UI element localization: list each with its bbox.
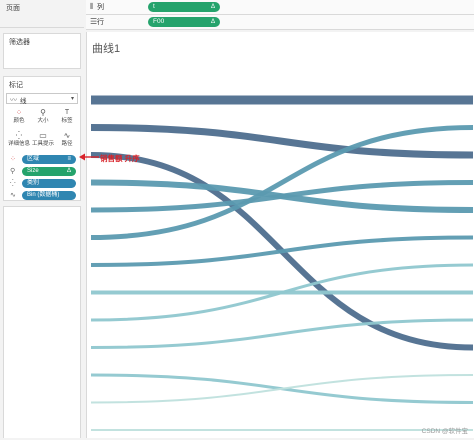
pill-bin[interactable]: Bin (数据桶) [22, 191, 76, 200]
tooltip-button[interactable]: ▭ 工具提示 [31, 131, 55, 151]
label-label: 标签 [61, 118, 73, 124]
pill-region-label: 区域 [27, 156, 40, 162]
columns-label: 列 [97, 4, 104, 11]
curve-12[interactable] [90, 374, 474, 404]
delta-icon: Δ [66, 168, 71, 174]
label-button[interactable]: T 标签 [55, 108, 79, 128]
size-icon: ⚲ [10, 168, 16, 175]
sankey-curves-chart [90, 95, 474, 432]
pill-category-label: 类别 [27, 180, 40, 186]
rows-shelf[interactable]: ☰ 行 F00 Δ [86, 15, 474, 30]
filters-title: 筛选器 [9, 39, 30, 46]
color-dots-icon: ⁘ [10, 156, 16, 163]
size-label: 大小 [37, 118, 49, 124]
label-icon: T [64, 109, 70, 116]
delta-icon: Δ [210, 19, 215, 25]
pill-size-label: Size [27, 168, 39, 174]
rows-label: 行 [97, 19, 104, 26]
annotation-arrow [79, 153, 99, 161]
color-label: 颜色 [13, 118, 25, 124]
pill-size[interactable]: Size Δ [22, 167, 76, 176]
pill-bin-label: Bin (数据桶) [27, 192, 60, 198]
annotation-text: 销售额 升序 [100, 154, 140, 163]
empty-card [3, 206, 81, 438]
pages-title: 页面 [6, 5, 20, 12]
path-label: 路径 [61, 141, 73, 147]
path-icon: ∿ [10, 192, 16, 199]
columns-pill-label: t [153, 3, 155, 10]
line-chart-icon: 〰 [10, 97, 17, 104]
divider [0, 27, 84, 28]
detail-label: 详细信息 [7, 141, 30, 147]
chart-canvas[interactable] [86, 32, 474, 438]
path-icon: ∿ [63, 131, 71, 140]
tooltip-icon: ▭ [39, 131, 47, 140]
detail-icon: ⁛ [10, 180, 16, 187]
marks-title: 标记 [9, 82, 23, 89]
pill-category[interactable]: 类别 [22, 179, 76, 188]
curve-5[interactable] [90, 180, 474, 213]
rows-pill[interactable]: F00 Δ [148, 17, 220, 27]
watermark: CSDN @软件宝 [421, 428, 468, 435]
path-button[interactable]: ∿ 路径 [55, 131, 79, 151]
columns-icon: ⦀ [90, 2, 94, 11]
color-button[interactable]: ⁘ 颜色 [7, 108, 31, 128]
detail-icon: ⁛ [15, 131, 23, 140]
mark-type-select[interactable]: 〰 线 ▾ [6, 93, 78, 105]
delta-icon: Δ [210, 4, 215, 10]
left-panel: 页面 筛选器 标记 〰 线 ▾ ⁘ 颜色 ⚲ 大小 T 标签 ⁛ 详细信息 ▭ … [0, 0, 84, 438]
color-icon: ⁘ [15, 108, 23, 117]
tooltip-label: 工具提示 [31, 141, 54, 147]
sort-icon: ≡ [67, 156, 71, 162]
mark-type-label: 线 [20, 98, 27, 105]
size-icon: ⚲ [40, 108, 46, 117]
size-button[interactable]: ⚲ 大小 [31, 108, 55, 128]
columns-shelf[interactable]: ⦀ 列 t Δ [86, 0, 474, 15]
filters-card[interactable]: 筛选器 [3, 33, 81, 69]
rows-pill-label: F00 [153, 18, 165, 25]
columns-pill[interactable]: t Δ [148, 2, 220, 12]
curve-7[interactable] [90, 235, 474, 267]
sheet-title: 曲线1 [92, 43, 121, 55]
chevron-down-icon: ▾ [70, 96, 74, 102]
pill-region[interactable]: 区域 ≡ [22, 155, 76, 164]
detail-button[interactable]: ⁛ 详细信息 [7, 131, 31, 151]
